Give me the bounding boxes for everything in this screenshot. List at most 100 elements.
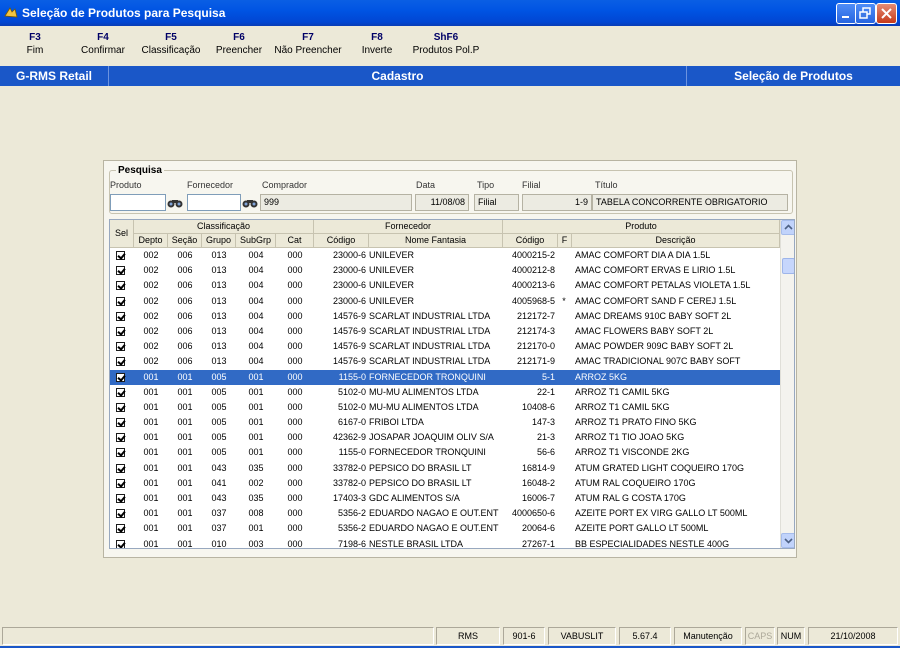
- depto-cell: 002: [143, 265, 159, 276]
- table-row[interactable]: 002 006 013 004 000 14576-9 SCARLAT INDUSTRIAL…: [110, 354, 780, 369]
- row-checkbox[interactable]: [115, 463, 125, 473]
- table-row[interactable]: 002 006 013 004 000 14576-9 SCARLAT INDUSTRIAL…: [110, 309, 780, 324]
- row-checkbox[interactable]: [115, 524, 125, 534]
- nome-fantasia-cell: JOSAPAR JOAQUIM OLIV S/A: [369, 432, 494, 443]
- col-fornecedor-codigo[interactable]: Código: [314, 234, 369, 248]
- cat-cell: 000: [287, 310, 303, 321]
- table-row[interactable]: 001 001 005 001 000 1155-0 FORNECEDOR TRONQUIN…: [110, 445, 780, 460]
- row-checkbox[interactable]: [115, 251, 125, 260]
- grupo-cell: 005: [211, 371, 227, 382]
- table-row[interactable]: 002 006 013 004 000 23000-6 UNILEVER 4000212-8 A…: [110, 263, 780, 278]
- tipo-label: Tipo: [477, 180, 495, 190]
- produto-codigo-cell: 21-3: [536, 432, 555, 443]
- col-subgrp[interactable]: SubGrp: [236, 234, 276, 248]
- produto-codigo-cell: 5-1: [541, 371, 555, 382]
- table-row[interactable]: 001 001 005 001 000 5102-0 MU-MU ALIMENTOS LTD…: [110, 385, 780, 400]
- grupo-cell: 037: [211, 508, 227, 519]
- descricao-cell: AMAC COMFORT PETALAS VIOLETA 1.5L: [575, 280, 751, 291]
- fkey-fim[interactable]: F3 Fim: [22, 32, 48, 56]
- row-checkbox[interactable]: [115, 433, 125, 443]
- flag-cell: [558, 430, 570, 445]
- nome-fantasia-cell: UNILEVER: [369, 250, 415, 260]
- scroll-thumb[interactable]: [782, 258, 794, 274]
- row-checkbox[interactable]: [115, 509, 125, 519]
- app-icon: [4, 7, 18, 18]
- row-checkbox[interactable]: [115, 372, 125, 382]
- fkey-nao-preencher[interactable]: F7 Não Preencher: [273, 32, 343, 56]
- row-checkbox[interactable]: [115, 494, 125, 503]
- fkey-inverte[interactable]: F8 Inverte: [357, 32, 397, 56]
- close-button[interactable]: [876, 3, 897, 24]
- maximize-button[interactable]: [855, 3, 876, 24]
- scroll-up-button[interactable]: [781, 220, 794, 235]
- grid-scrollbar[interactable]: [780, 220, 794, 548]
- tipo-field: Filial: [474, 194, 519, 211]
- descricao-cell: AMAC FLOWERS BABY SOFT 2L: [575, 325, 714, 336]
- table-row[interactable]: 001 001 037 001 000 5356-2 EDUARDO NAGAO E OUT…: [110, 521, 780, 536]
- col-secao[interactable]: Seção: [168, 234, 202, 248]
- row-checkbox[interactable]: [115, 418, 125, 428]
- col-f[interactable]: F: [558, 234, 572, 248]
- row-select-cell: [110, 400, 130, 415]
- scroll-down-button[interactable]: [781, 533, 794, 548]
- table-row[interactable]: 002 006 013 004 000 14576-9 SCARLAT INDUSTRIAL…: [110, 339, 780, 354]
- row-checkbox[interactable]: [115, 357, 125, 367]
- minimize-button[interactable]: [836, 3, 857, 24]
- row-checkbox[interactable]: [115, 326, 125, 336]
- fkey-code: F6: [233, 32, 245, 43]
- depto-cell: 001: [143, 447, 159, 458]
- fkey-code: ShF6: [433, 32, 459, 43]
- fkey-produtos-pol[interactable]: ShF6 Produtos Pol.P: [411, 32, 481, 56]
- window-title: Seleção de Produtos para Pesquisa: [22, 6, 226, 20]
- row-checkbox[interactable]: [115, 478, 125, 488]
- table-row[interactable]: 001 001 043 035 000 33782-0 PEPSICO DO BRASIL …: [110, 461, 780, 476]
- flag-cell: [558, 324, 570, 339]
- system-name: G-RMS Retail: [15, 69, 92, 83]
- col-depto[interactable]: Depto: [134, 234, 168, 248]
- col-descricao[interactable]: Descrição: [572, 234, 780, 248]
- table-row[interactable]: 001 001 041 002 000 33782-0 PEPSICO DO BRASIL …: [110, 476, 780, 491]
- produto-codigo-cell: 10408-6: [521, 401, 555, 412]
- row-checkbox[interactable]: [115, 281, 125, 291]
- row-select-cell: [110, 294, 130, 309]
- table-row[interactable]: 002 006 013 004 000 14576-9 SCARLAT INDUSTRIAL…: [110, 324, 780, 339]
- table-row[interactable]: 001 001 005 001 000 42362-9 JOSAPAR JOAQUIM OL…: [110, 430, 780, 445]
- fornecedor-input[interactable]: [187, 194, 241, 211]
- col-sel[interactable]: Sel: [110, 220, 134, 248]
- row-checkbox[interactable]: [115, 311, 125, 321]
- col-grupo[interactable]: Grupo: [202, 234, 236, 248]
- table-row[interactable]: 001 001 037 008 000 5356-2 EDUARDO NAGAO E OUT…: [110, 506, 780, 521]
- table-row[interactable]: 002 006 013 004 000 23000-6 UNILEVER 4000215-2 A…: [110, 248, 780, 263]
- row-checkbox[interactable]: [115, 266, 125, 276]
- table-row[interactable]: 002 006 013 004 000 23000-6 UNILEVER 4000213-6 A…: [110, 278, 780, 293]
- row-select-cell: [110, 430, 130, 445]
- table-row[interactable]: 001 001 005 001 000 1155-0 FORNECEDOR TRONQUIN…: [110, 369, 780, 385]
- row-checkbox[interactable]: [115, 342, 125, 352]
- fkey-preencher[interactable]: F6 Preencher: [214, 32, 264, 56]
- fkey-label: Fim: [26, 45, 44, 56]
- row-checkbox[interactable]: [115, 539, 125, 548]
- fornecedor-search-icon[interactable]: [241, 194, 259, 211]
- col-nome-fantasia[interactable]: Nome Fantasia: [369, 234, 503, 248]
- row-checkbox[interactable]: [115, 387, 125, 397]
- row-checkbox[interactable]: [115, 448, 125, 458]
- fkey-code: F5: [165, 32, 177, 43]
- row-checkbox[interactable]: [115, 296, 125, 306]
- nome-fantasia-cell: PEPSICO DO BRASIL LT: [369, 462, 472, 473]
- table-row[interactable]: 001 001 010 003 000 7198-6 NESTLE BRASIL LTDA 2…: [110, 537, 780, 548]
- table-row[interactable]: 001 001 043 035 000 17403-3 GDC ALIMENTOS S/A 1…: [110, 491, 780, 506]
- row-checkbox[interactable]: [115, 402, 125, 412]
- produto-input[interactable]: [110, 194, 166, 211]
- row-select-cell: [110, 385, 130, 400]
- fkey-confirmar[interactable]: F4 Confirmar: [78, 32, 128, 56]
- table-row[interactable]: 001 001 005 001 000 5102-0 MU-MU ALIMENTOS LTD…: [110, 400, 780, 415]
- col-produto-codigo[interactable]: Código: [503, 234, 558, 248]
- fkey-classificacao[interactable]: F5 Classificação: [141, 32, 201, 56]
- nome-fantasia-cell: UNILEVER: [369, 265, 415, 276]
- comprador-field: 999: [260, 194, 412, 211]
- produto-search-icon[interactable]: [166, 194, 184, 211]
- subgrp-cell: 001: [248, 386, 264, 397]
- table-row[interactable]: 001 001 005 001 000 6167-0 FRIBOI LTDA 147-3 ARR…: [110, 415, 780, 430]
- col-cat[interactable]: Cat: [276, 234, 314, 248]
- table-row[interactable]: 002 006 013 004 000 23000-6 UNILEVER 4005968-5 *…: [110, 294, 780, 309]
